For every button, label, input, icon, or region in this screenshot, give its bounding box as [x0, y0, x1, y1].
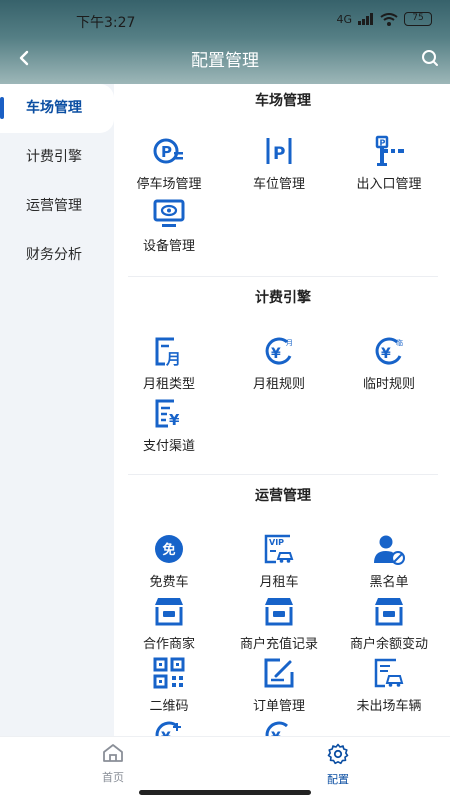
item-label: 订单管理: [252, 699, 305, 714]
svg-text:VIP: VIP: [269, 538, 284, 547]
merchant-balance-item[interactable]: 商户余额变动: [334, 594, 444, 652]
svg-text:月: 月: [286, 339, 293, 347]
gate-barrier-icon: P: [375, 135, 404, 166]
free-car-item[interactable]: 免 免费车: [114, 532, 224, 590]
status-bar: 下午3:27 4G 75: [0, 0, 450, 40]
item-label: 临时规则: [362, 377, 415, 392]
svg-text:P: P: [273, 144, 285, 164]
sidebar-item-billing-engine[interactable]: 计费引擎: [0, 133, 114, 182]
sidebar-item-operations[interactable]: 运营管理: [0, 182, 114, 231]
free-car-icon: 免: [155, 535, 183, 563]
svg-text:P: P: [380, 139, 386, 148]
item-label: 未出场车辆: [356, 699, 422, 714]
tab-config[interactable]: 配置: [298, 743, 378, 787]
home-icon: [103, 744, 123, 762]
blacklist-icon: [374, 535, 405, 565]
section-billing-engine: 计费引擎: [128, 283, 438, 313]
device-monitor-icon: [153, 199, 185, 227]
wifi-icon: [380, 12, 398, 26]
item-label: 月租类型: [142, 377, 195, 392]
signal-icon: [358, 13, 373, 25]
config-content: 车场管理 P 停车场管理 P 车位管理 P 出入口管理 设备管理 计费引擎 月 …: [114, 84, 450, 736]
item-label: 月租规则: [252, 377, 305, 392]
svg-text:月: 月: [165, 350, 181, 368]
item-label: 商户余额变动: [349, 637, 428, 652]
home-indicator: [139, 790, 311, 795]
qr-code-icon: [153, 657, 185, 689]
svg-text:¥: ¥: [271, 346, 281, 362]
section-title: 车场管理: [255, 93, 311, 109]
item-label: 车位管理: [252, 177, 305, 192]
item-label: 设备管理: [142, 239, 195, 254]
unexited-vehicles-item[interactable]: 未出场车辆: [334, 656, 444, 714]
item-label: 停车场管理: [136, 177, 202, 192]
merchant-recharge-icon: [265, 598, 293, 626]
coin-rule-item[interactable]: ¥: [224, 718, 334, 736]
qr-code-item[interactable]: 二维码: [114, 656, 224, 714]
coin-rule-icon: ¥: [265, 721, 288, 736]
item-label: 支付渠道: [142, 439, 195, 454]
parking-lot-icon: P: [153, 138, 183, 164]
section-operations: 运营管理: [128, 481, 438, 511]
settings-gear-icon: [327, 743, 349, 765]
item-label: 二维码: [149, 699, 189, 714]
order-edit-icon: [264, 658, 294, 688]
item-label: 商户充值记录: [239, 637, 318, 652]
merchant-store-icon: [155, 598, 183, 626]
tab-label: 首页: [102, 771, 124, 784]
section-divider: [128, 276, 438, 277]
svg-text:P: P: [161, 143, 172, 161]
app-header: 下午3:27 4G 75 配置管理: [0, 0, 450, 84]
tab-label: 配置: [327, 773, 349, 786]
section-divider: [128, 474, 438, 475]
vip-car-icon: VIP: [264, 534, 294, 564]
section-title: 计费引擎: [255, 290, 311, 306]
category-sidebar: 车场管理 计费引擎 运营管理 财务分析: [0, 84, 114, 736]
parking-space-management-item[interactable]: P 车位管理: [224, 134, 334, 192]
partner-merchant-item[interactable]: 合作商家: [114, 594, 224, 652]
svg-text:¥: ¥: [381, 346, 391, 362]
entrance-exit-management-item[interactable]: P 出入口管理: [334, 134, 444, 192]
tab-home[interactable]: 首页: [73, 743, 153, 785]
item-label: 合作商家: [142, 637, 195, 652]
monthly-type-item[interactable]: 月 月租类型: [114, 334, 224, 392]
coin-add-icon: ¥: [155, 721, 181, 736]
status-icons: 4G 75: [336, 12, 432, 26]
monthly-rule-icon: ¥月: [265, 337, 293, 365]
item-label: 免费车: [149, 575, 189, 590]
svg-text:临: 临: [396, 338, 403, 347]
svg-text:免: 免: [162, 542, 175, 558]
search-icon: [422, 50, 438, 66]
status-time: 下午3:27: [76, 15, 136, 31]
item-label: 出入口管理: [356, 177, 422, 192]
svg-text:¥: ¥: [169, 411, 180, 429]
sidebar-item-parking-management[interactable]: 车场管理: [0, 84, 114, 133]
battery-icon: 75: [404, 12, 432, 26]
merchant-recharge-item[interactable]: 商户充值记录: [224, 594, 334, 652]
section-title: 运营管理: [255, 488, 311, 504]
item-label: 黑名单: [369, 575, 409, 590]
coin-add-item[interactable]: ¥: [114, 718, 224, 736]
nav-bar: 配置管理: [0, 40, 450, 76]
parked-vehicle-icon: [374, 658, 404, 688]
network-label: 4G: [336, 12, 352, 26]
parking-lot-management-item[interactable]: P 停车场管理: [114, 134, 224, 192]
parking-space-icon: P: [266, 138, 292, 164]
search-button[interactable]: [416, 44, 444, 72]
temporary-rule-item[interactable]: ¥ 临 临时规则: [334, 334, 444, 392]
page-title: 配置管理: [191, 51, 259, 71]
section-parking-management: 车场管理: [128, 86, 438, 116]
sidebar-item-finance[interactable]: 财务分析: [0, 231, 114, 280]
order-management-item[interactable]: 订单管理: [224, 656, 334, 714]
blacklist-item[interactable]: 黑名单: [334, 532, 444, 590]
payment-channel-item[interactable]: ¥ 支付渠道: [114, 396, 224, 454]
payment-channel-icon: ¥: [155, 399, 180, 429]
monthly-car-item[interactable]: VIP 月租车: [224, 532, 334, 590]
temporary-rule-icon: ¥临: [375, 337, 403, 365]
merchant-balance-icon: [375, 598, 403, 626]
device-management-item[interactable]: 设备管理: [114, 196, 224, 254]
item-label: 月租车: [259, 575, 299, 590]
monthly-type-icon: 月: [155, 337, 181, 368]
monthly-rule-item[interactable]: ¥ 月 月租规则: [224, 334, 334, 392]
